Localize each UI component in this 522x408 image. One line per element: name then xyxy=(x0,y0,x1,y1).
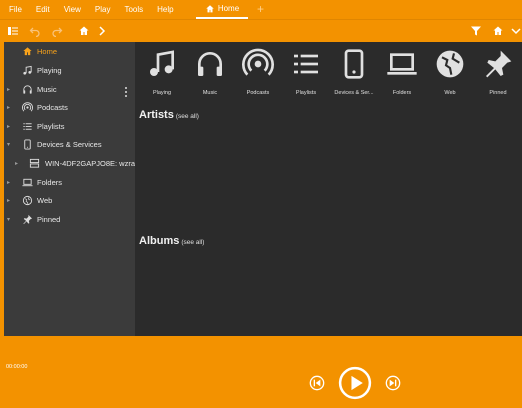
server-icon xyxy=(28,157,40,169)
tile-music[interactable]: Music xyxy=(186,48,234,100)
phone-icon xyxy=(21,138,33,150)
laptop-icon xyxy=(21,176,33,188)
chevron-right-icon[interactable]: ▸ xyxy=(7,104,13,111)
playlist-icon xyxy=(290,48,322,80)
pin-icon xyxy=(482,48,514,80)
tile-devices[interactable]: Devices & Ser... xyxy=(330,48,378,100)
playback-time: 00:00:00 xyxy=(6,364,28,370)
chevron-down-icon[interactable]: ▾ xyxy=(7,141,13,148)
tile-pinned[interactable]: Pinned xyxy=(474,48,522,100)
toolbar xyxy=(0,19,522,42)
main-content: Playing Music Podcasts Playlists Devices… xyxy=(135,42,522,336)
tile-web[interactable]: Web xyxy=(426,48,474,100)
chevron-right-icon[interactable]: ▸ xyxy=(7,123,13,130)
artists-title: Artists xyxy=(139,109,174,121)
sidebar-item-label: WIN-4DF2GAPJO8E: wzral xyxy=(45,158,137,168)
podcast-icon xyxy=(21,101,33,113)
tile-label: Playing xyxy=(152,90,172,96)
tile-folders[interactable]: Folders xyxy=(378,48,426,100)
next-button[interactable] xyxy=(385,375,401,391)
headphones-icon xyxy=(21,83,33,95)
sidebar-item-playlists[interactable]: ▸ Playlists xyxy=(4,117,135,135)
add-tab-button[interactable]: + xyxy=(257,2,264,16)
menu-file[interactable]: File xyxy=(0,0,29,19)
chevron-right-icon[interactable]: ▸ xyxy=(7,179,13,186)
tile-podcasts[interactable]: Podcasts xyxy=(234,48,282,100)
menu-tools[interactable]: Tools xyxy=(117,0,150,19)
sidebar-item-folders[interactable]: ▸ Folders xyxy=(4,173,135,191)
menu-help[interactable]: Help xyxy=(150,0,180,19)
music-note-icon xyxy=(146,48,178,80)
sidebar-item-label: Music xyxy=(37,84,57,94)
laptop-icon xyxy=(386,48,418,80)
tile-label: Music xyxy=(202,90,218,96)
previous-icon xyxy=(309,375,325,391)
tile-label: Web xyxy=(444,90,456,96)
menu-view[interactable]: View xyxy=(57,0,88,19)
tile-playing[interactable]: Playing xyxy=(138,48,186,100)
sidebar-item-label: Podcasts xyxy=(37,102,68,112)
home-icon xyxy=(205,4,215,14)
phone-icon xyxy=(338,48,370,80)
sidebar-item-devices[interactable]: ▾ Devices & Services xyxy=(4,135,135,153)
previous-button[interactable] xyxy=(309,375,325,391)
sidebar-item-label: Pinned xyxy=(37,214,61,224)
chevron-right-icon[interactable] xyxy=(95,24,109,38)
next-icon xyxy=(385,375,401,391)
sidebar-item-label: Folders xyxy=(37,177,63,187)
sidebar-toggle-icon[interactable] xyxy=(6,24,20,38)
sidebar-item-music[interactable]: ▸ Music xyxy=(4,80,135,98)
sidebar-item-podcasts[interactable]: ▸ Podcasts xyxy=(4,98,135,116)
sidebar-item-label: Home xyxy=(37,46,58,56)
home-icon[interactable] xyxy=(491,24,505,38)
tile-label: Folders xyxy=(392,90,412,96)
sidebar-item-web[interactable]: ▸ Web xyxy=(4,191,135,209)
albums-see-all-link[interactable]: (see all) xyxy=(181,239,204,246)
home-icon[interactable] xyxy=(77,24,91,38)
play-button[interactable] xyxy=(338,366,372,400)
sidebar-item-home[interactable]: Home xyxy=(4,42,135,60)
chevron-down-icon[interactable] xyxy=(509,24,522,38)
menu-edit[interactable]: Edit xyxy=(29,0,57,19)
sidebar-item-pinned[interactable]: ▾ Pinned xyxy=(4,210,135,228)
sidebar-item-server[interactable]: ▸ WIN-4DF2GAPJO8E: wzral xyxy=(4,154,137,172)
playlist-icon xyxy=(21,120,33,132)
chevron-right-icon[interactable]: ▸ xyxy=(7,197,13,204)
sidebar: Home Playing ▸ Music ▸ Podcasts ▸ Playli… xyxy=(4,42,137,336)
artists-section: Artists (see all) xyxy=(139,109,199,121)
tile-label: Pinned xyxy=(489,90,507,96)
redo-icon[interactable] xyxy=(50,24,64,38)
music-note-icon xyxy=(21,64,33,76)
artists-see-all-link[interactable]: (see all) xyxy=(176,113,199,120)
filter-icon[interactable] xyxy=(469,24,483,38)
tile-label: Podcasts xyxy=(246,90,270,96)
play-icon xyxy=(338,366,372,400)
sidebar-item-label: Devices & Services xyxy=(37,139,102,149)
undo-icon[interactable] xyxy=(28,24,42,38)
tile-label: Devices & Ser... xyxy=(334,90,374,96)
sidebar-item-label: Playlists xyxy=(37,121,65,131)
tab-home[interactable]: Home xyxy=(196,0,248,19)
globe-icon xyxy=(434,48,466,80)
chevron-down-icon[interactable]: ▾ xyxy=(7,216,13,223)
albums-title: Albums xyxy=(139,235,180,247)
albums-section: Albums (see all) xyxy=(139,235,204,247)
sidebar-item-playing[interactable]: Playing xyxy=(4,61,135,79)
player-bar: 00:00:00 xyxy=(0,336,522,408)
sidebar-item-label: Playing xyxy=(37,65,62,75)
sidebar-item-label: Web xyxy=(37,195,53,205)
home-icon xyxy=(21,45,33,57)
headphones-icon xyxy=(194,48,226,80)
chevron-right-icon[interactable]: ▸ xyxy=(7,86,13,93)
chevron-right-icon[interactable]: ▸ xyxy=(15,160,21,167)
tab-home-label: Home xyxy=(217,4,240,13)
globe-icon xyxy=(21,194,33,206)
tile-playlists[interactable]: Playlists xyxy=(282,48,330,100)
tile-label: Playlists xyxy=(295,90,317,96)
menu-play[interactable]: Play xyxy=(88,0,118,19)
podcast-icon xyxy=(242,48,274,80)
pin-icon xyxy=(21,213,33,225)
